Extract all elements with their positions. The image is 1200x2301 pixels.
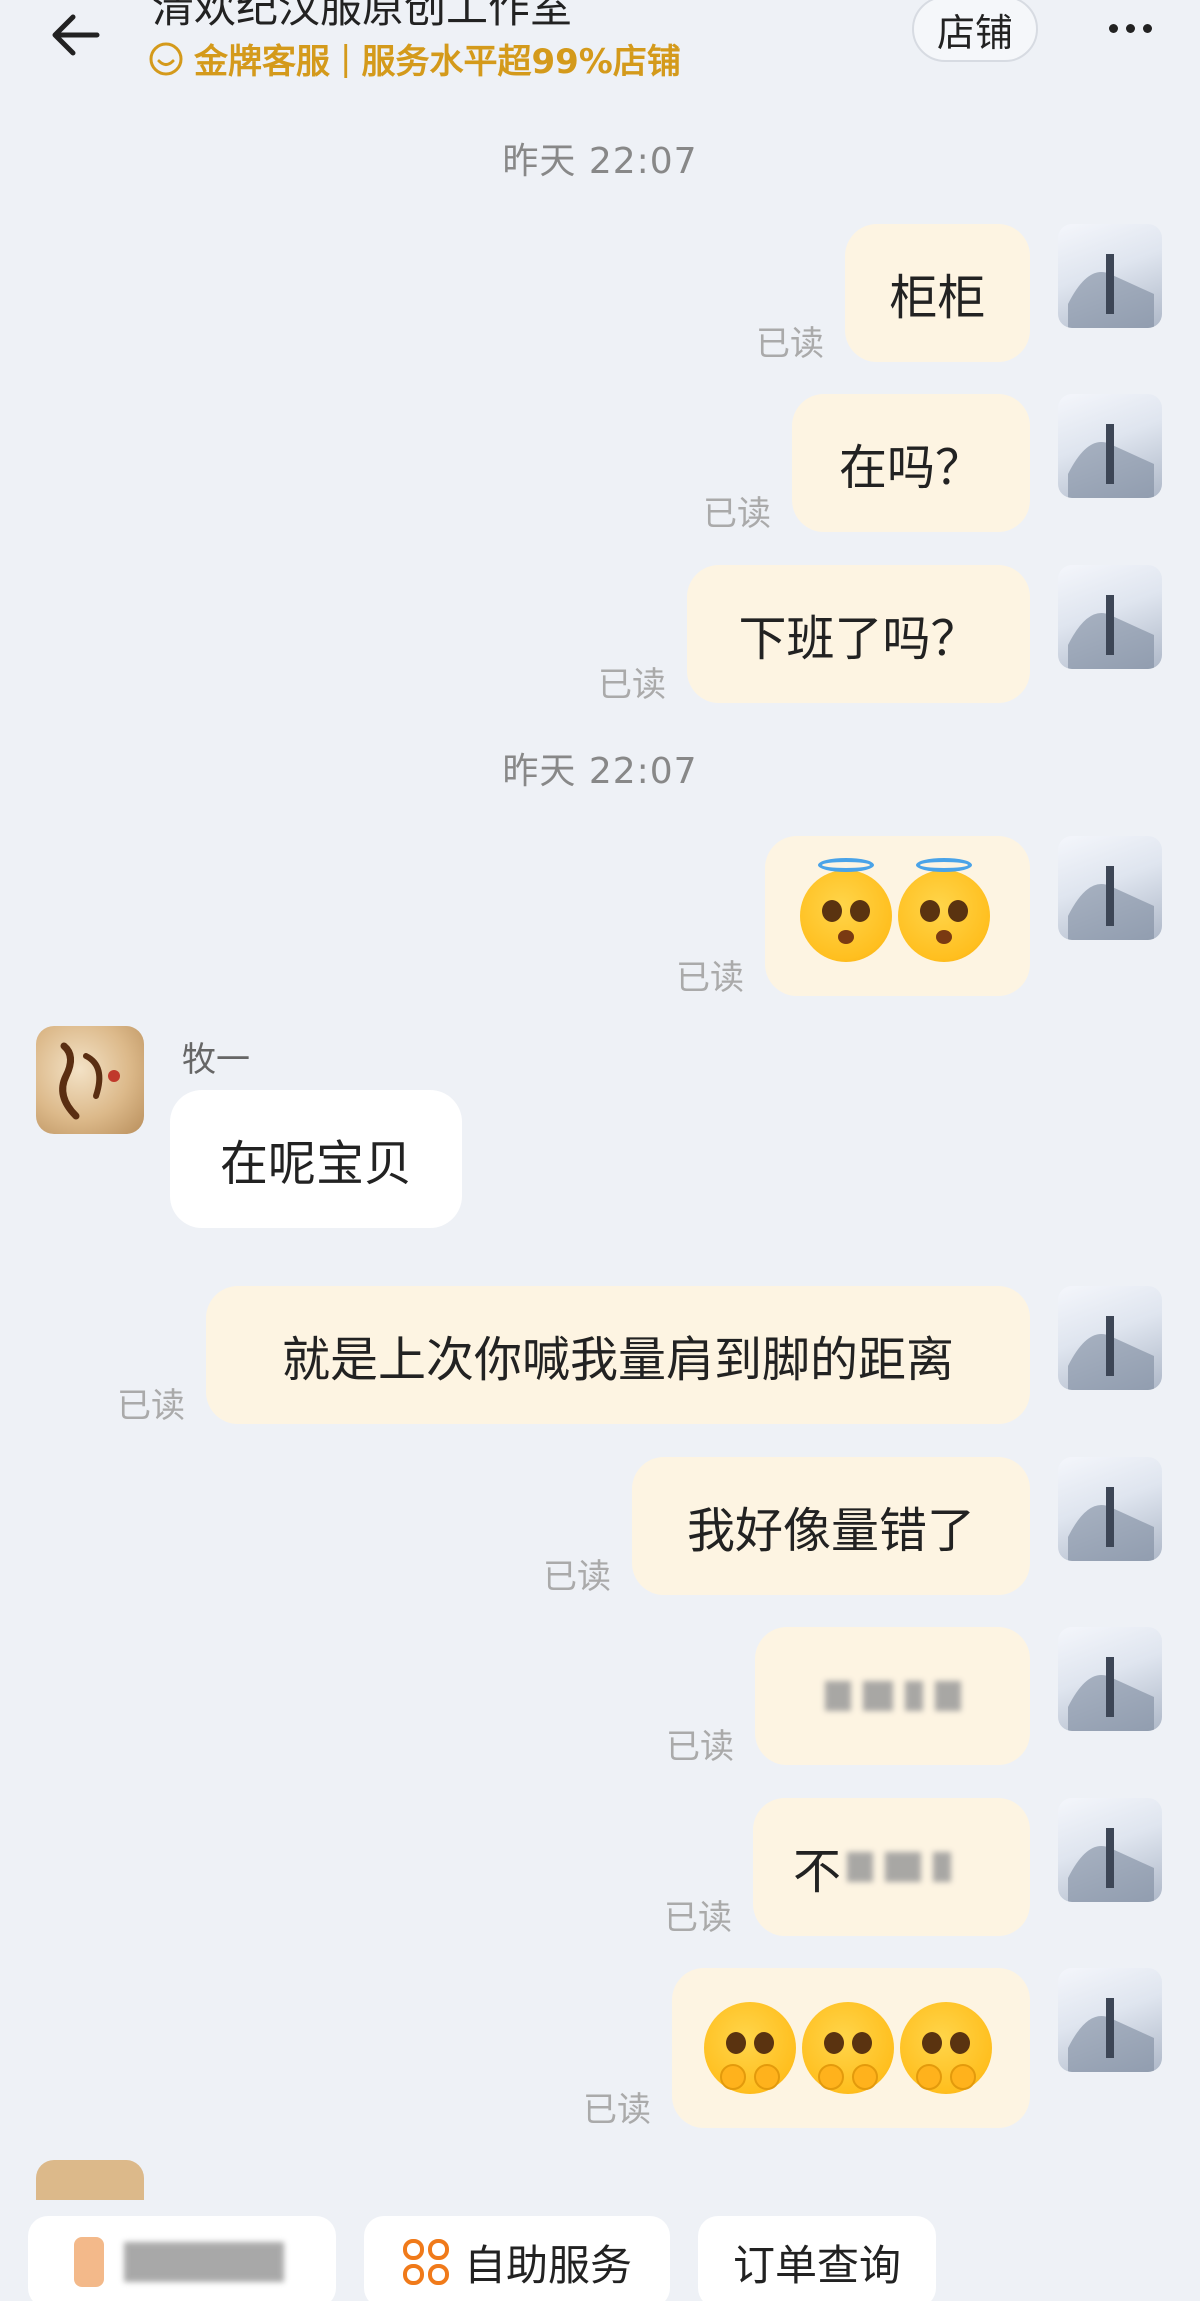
read-receipt: 已读	[676, 958, 744, 998]
self-service-label: 自助服务	[463, 2240, 632, 2290]
pleading-face-emoji	[802, 2002, 894, 2094]
message-bubble-self[interactable]: 我好像量错了	[632, 1457, 1030, 1595]
message-timestamp: 昨天 22:07	[502, 141, 698, 182]
smile-badge-icon	[149, 42, 183, 75]
message-text: 柜柜	[889, 270, 986, 326]
sender-name: 牧一	[182, 1040, 250, 1080]
snow-scene-avatar-image	[1068, 1316, 1154, 1390]
message-text: 下班了吗？	[738, 611, 979, 667]
gold-service-label: 金牌客服	[194, 42, 330, 82]
user-avatar[interactable]	[1058, 1798, 1162, 1902]
seller-avatar[interactable]	[36, 2160, 144, 2200]
order-query-label: 订单查询	[732, 2240, 901, 2290]
badge-separator: |	[340, 38, 352, 79]
user-avatar[interactable]	[1058, 836, 1162, 940]
emoji-message-bubble[interactable]	[765, 836, 1030, 996]
snow-scene-avatar-image	[1068, 866, 1154, 940]
redacted-message-bubble[interactable]	[755, 1627, 1030, 1765]
chat-header: 清欢纪汉服原创工作室 金牌客服 | 服务水平超99%店铺 店铺	[0, 0, 1200, 110]
redacted-text	[124, 2242, 284, 2282]
user-avatar[interactable]	[1058, 394, 1162, 498]
redacted-message-bubble[interactable]: 不	[753, 1798, 1030, 1936]
snow-scene-avatar-image	[1068, 424, 1154, 498]
self-service-button[interactable]: 自助服务	[364, 2216, 670, 2301]
redacted-text	[824, 1681, 851, 1711]
redacted-text	[847, 1852, 874, 1882]
message-bubble-self[interactable]: 柜柜	[845, 224, 1030, 362]
snow-scene-avatar-image	[1068, 595, 1154, 669]
user-avatar[interactable]	[1058, 565, 1162, 669]
user-avatar[interactable]	[1058, 1968, 1162, 2072]
read-receipt: 已读	[543, 1557, 611, 1597]
message-bubble-self[interactable]: 就是上次你喊我量肩到脚的距离	[206, 1286, 1030, 1424]
pleading-face-emoji	[900, 2002, 992, 2094]
snow-scene-avatar-image	[1068, 1487, 1154, 1561]
snow-scene-avatar-image	[1068, 1828, 1154, 1902]
pleading-face-emoji	[704, 2002, 796, 2094]
grid-icon	[402, 2239, 449, 2285]
back-button[interactable]	[40, 5, 110, 65]
user-avatar[interactable]	[1058, 1627, 1162, 1731]
order-query-button[interactable]: 订单查询	[698, 2216, 936, 2301]
emoji-message-bubble[interactable]	[672, 1968, 1030, 2128]
halo-face-emoji	[897, 858, 990, 962]
message-bubble-other[interactable]: 在呢宝贝	[170, 1090, 462, 1228]
read-receipt: 已读	[598, 665, 666, 705]
read-receipt: 已读	[117, 1386, 185, 1426]
seller-avatar[interactable]	[36, 1026, 144, 1134]
calligraphy-logo-image	[59, 1042, 120, 1120]
more-icon	[1108, 23, 1118, 33]
snow-scene-avatar-image	[1068, 1657, 1154, 1731]
message-text: 就是上次你喊我量肩到脚的距离	[281, 1332, 954, 1388]
message-timestamp: 昨天 22:07	[502, 751, 698, 792]
message-text: 在吗？	[838, 440, 983, 496]
store-button[interactable]: 店铺	[912, 0, 1038, 62]
snow-scene-avatar-image	[1068, 254, 1154, 328]
product-thumbnail-icon	[74, 2237, 104, 2287]
message-text: 不	[793, 1844, 842, 1900]
quick-action-chip-redacted[interactable]	[28, 2216, 336, 2301]
user-avatar[interactable]	[1058, 1457, 1162, 1561]
shop-title: 清欢纪汉服原创工作室	[152, 0, 573, 32]
message-text: 在呢宝贝	[219, 1136, 412, 1192]
user-avatar[interactable]	[1058, 1286, 1162, 1390]
read-receipt: 已读	[664, 1898, 732, 1938]
service-badge: 金牌客服 | 服务水平超99%店铺	[148, 34, 681, 83]
message-bubble-self[interactable]: 在吗？	[792, 394, 1030, 532]
read-receipt: 已读	[756, 324, 824, 364]
read-receipt: 已读	[703, 494, 771, 534]
more-button[interactable]	[1090, 0, 1170, 56]
user-avatar[interactable]	[1058, 224, 1162, 328]
halo-face-emoji	[799, 858, 892, 962]
snow-scene-avatar-image	[1068, 1998, 1154, 2072]
message-bubble-self[interactable]: 下班了吗？	[687, 565, 1030, 703]
service-level-label: 服务水平超99%店铺	[361, 42, 681, 82]
quick-action-bar: 自助服务 订单查询	[0, 2200, 1200, 2301]
message-text: 我好像量错了	[686, 1503, 975, 1559]
read-receipt: 已读	[583, 2090, 651, 2130]
read-receipt: 已读	[666, 1727, 734, 1767]
back-arrow-icon	[52, 14, 100, 56]
